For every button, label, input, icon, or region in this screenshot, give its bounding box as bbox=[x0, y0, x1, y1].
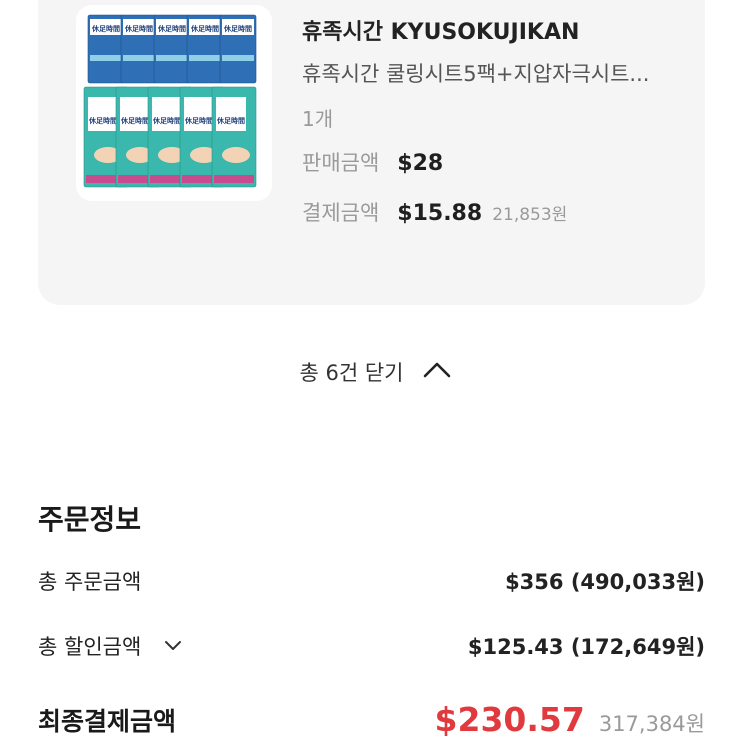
pack-bottom-label: 休足時間 bbox=[184, 116, 213, 125]
total-discount-toggle[interactable]: 총 할인금액 bbox=[38, 631, 183, 661]
total-discount-row[interactable]: 총 할인금액 $125.43 (172,649원) bbox=[38, 631, 705, 661]
pack-bottom-label: 休足時間 bbox=[152, 116, 181, 125]
pack-bottom-label: 休足時間 bbox=[88, 116, 117, 125]
payment-value: $15.88 bbox=[397, 201, 483, 226]
payment-label: 결제금액 bbox=[302, 201, 380, 225]
chevron-down-icon[interactable] bbox=[163, 634, 183, 658]
pack-bottom-label: 休足時間 bbox=[120, 116, 149, 125]
collapse-toggle-label[interactable]: 총 6건 닫기 bbox=[300, 357, 404, 387]
chevron-up-icon[interactable] bbox=[422, 360, 452, 384]
pack-top-label: 休足時間 bbox=[91, 24, 120, 33]
total-order-value: $356 (490,033원) bbox=[505, 570, 705, 594]
pack-top-label: 休足時間 bbox=[157, 24, 186, 33]
product-image: 休足時間 休足時間 休足時間 休足時間 休足時間 休足時間 休足時間 休足時間 休足時間 休足時… bbox=[76, 5, 272, 201]
final-payment-amounts: $230.57 317,384원 bbox=[435, 700, 705, 739]
collapse-toggle[interactable]: 총 6건 닫기 bbox=[0, 357, 743, 387]
total-discount-label: 총 할인금액 bbox=[38, 635, 142, 659]
payment-krw: 21,853원 bbox=[492, 205, 568, 225]
total-order-label: 총 주문금액 bbox=[38, 570, 142, 594]
price-label: 판매금액 bbox=[302, 151, 380, 175]
product-brand[interactable]: 휴족시간 KYUSOKUJIKAN bbox=[302, 14, 579, 46]
price-row: 판매금액 $28 bbox=[302, 147, 443, 177]
total-discount-value: $125.43 (172,649원) bbox=[467, 635, 705, 659]
pack-top-label: 休足時間 bbox=[223, 24, 252, 33]
final-payment-value: $230.57 bbox=[434, 700, 585, 739]
pack-bottom-label: 休足時間 bbox=[216, 116, 245, 125]
product-name[interactable]: 휴족시간 쿨링시트5팩+지압자극시트... bbox=[302, 58, 682, 88]
order-info-title: 주문정보 bbox=[38, 503, 142, 536]
product-quantity: 1개 bbox=[302, 107, 334, 131]
total-order-row: 총 주문금액 $356 (490,033원) bbox=[38, 566, 705, 596]
final-payment-krw: 317,384원 bbox=[598, 712, 705, 736]
final-payment-label: 최종결제금액 bbox=[38, 706, 177, 736]
product-thumbnail[interactable]: 休足時間 休足時間 休足時間 休足時間 休足時間 休足時間 休足時間 休足時間 休足時間 休足時… bbox=[76, 5, 272, 201]
final-payment-row: 최종결제금액 $230.57 317,384원 bbox=[38, 700, 705, 739]
payment-row: 결제금액 $15.88 21,853원 bbox=[302, 197, 567, 227]
pack-top-label: 休足時間 bbox=[124, 24, 153, 33]
pack-top-label: 休足時間 bbox=[190, 24, 219, 33]
price-value: $28 bbox=[397, 151, 444, 176]
